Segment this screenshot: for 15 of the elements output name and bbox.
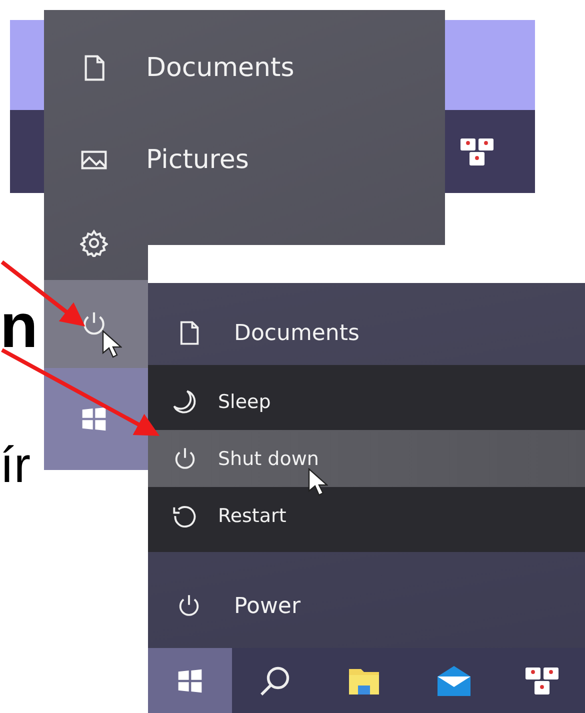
menu-item[interactable]: Sleep xyxy=(148,373,585,430)
windows-icon xyxy=(176,666,204,694)
menu-item[interactable]: Power xyxy=(148,574,585,638)
menu-item[interactable]: Documents xyxy=(148,301,585,365)
menu-item[interactable]: Restart xyxy=(148,487,585,544)
cursor-icon xyxy=(102,330,122,358)
settings-icon xyxy=(80,229,108,257)
moon-icon xyxy=(172,388,198,414)
windows-icon xyxy=(80,405,108,433)
menu-item[interactable]: Documents xyxy=(44,22,445,114)
caption-text: ír xyxy=(0,440,31,490)
taskbar-button[interactable] xyxy=(148,648,232,713)
cursor-icon xyxy=(308,468,328,496)
caption-text: n xyxy=(0,296,38,358)
menu-item[interactable]: Pictures xyxy=(44,114,445,206)
